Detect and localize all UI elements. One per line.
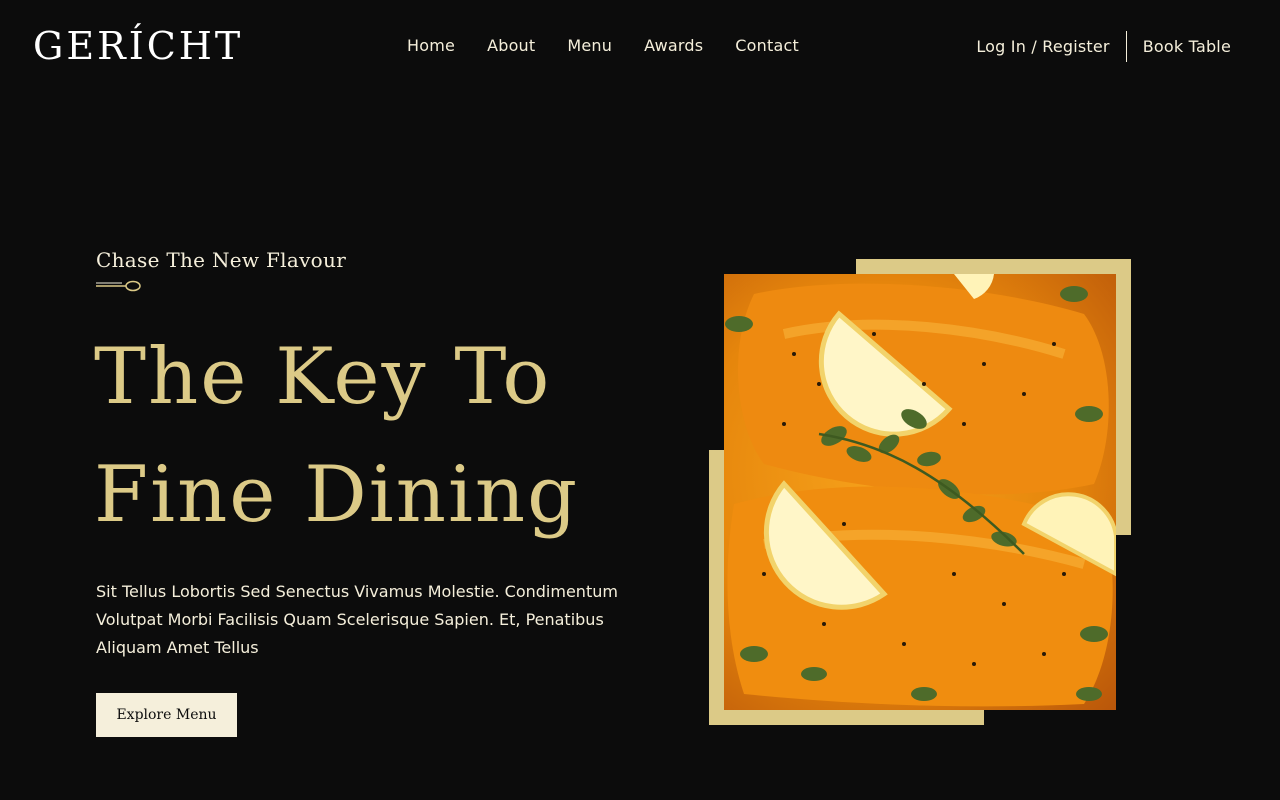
hero-subtitle: Chase The New Flavour <box>96 248 347 272</box>
hero-title: The Key To Fine Dining <box>94 318 654 554</box>
nav-item-contact[interactable]: Contact <box>735 36 799 56</box>
nav-item-home[interactable]: Home <box>407 36 455 56</box>
login-register-link[interactable]: Log In / Register <box>976 37 1109 57</box>
spoon-icon <box>96 280 141 292</box>
hero-title-line2: Fine Dining <box>94 450 580 540</box>
nav-item-menu[interactable]: Menu <box>567 36 612 56</box>
brand-logo[interactable]: GERÍCHT <box>33 22 243 70</box>
main-nav: Home About Menu Awards Contact <box>407 36 799 56</box>
book-table-link[interactable]: Book Table <box>1143 37 1231 57</box>
auth-links: Log In / Register Book Table <box>976 31 1231 62</box>
hero-description: Sit Tellus Lobortis Sed Senectus Vivamus… <box>96 582 618 657</box>
explore-menu-button[interactable]: Explore Menu <box>96 693 237 737</box>
nav-item-awards[interactable]: Awards <box>644 36 703 56</box>
hero-food-image <box>724 274 1116 710</box>
nav-item-about[interactable]: About <box>487 36 535 56</box>
hero-title-line1: The Key To <box>94 332 552 422</box>
nav-divider <box>1125 31 1127 62</box>
